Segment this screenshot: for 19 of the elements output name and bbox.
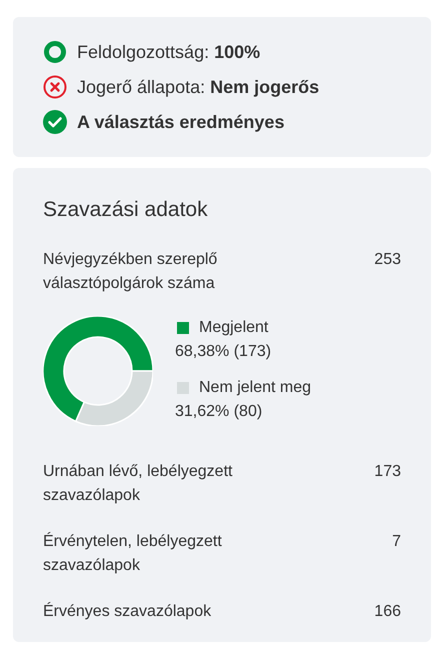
row-value: 253 [374, 250, 401, 270]
section-title: Szavazási adatok [43, 197, 209, 223]
status-text: Feldolgozottság: 100% [77, 41, 260, 64]
row-label: Névjegyzékben szereplő választópolgárok száma [43, 250, 218, 294]
check-circle-icon [43, 110, 67, 134]
legend-label: Nem jelent meg [199, 378, 312, 398]
legend-value: 68,38% (173) [175, 342, 272, 362]
cross-circle-icon [43, 75, 67, 99]
row-label: Urnában lévő, lebélyegzett szavazólapok [43, 462, 234, 506]
row-label: Érvénytelen, lebélyegzett szavazólapok [43, 531, 223, 576]
row-value: 173 [374, 462, 401, 482]
status-text: Jogerő állapota: Nem jogerős [77, 76, 320, 99]
row-value: 166 [374, 602, 401, 622]
row-value: 7 [392, 532, 401, 552]
status-text: A választás eredményes [77, 111, 284, 134]
legend-label: Megjelent [199, 318, 268, 338]
row-label: Érvényes szavazólapok [43, 601, 212, 622]
ring-icon [43, 40, 67, 64]
legend-value: 31,62% (80) [175, 402, 262, 422]
